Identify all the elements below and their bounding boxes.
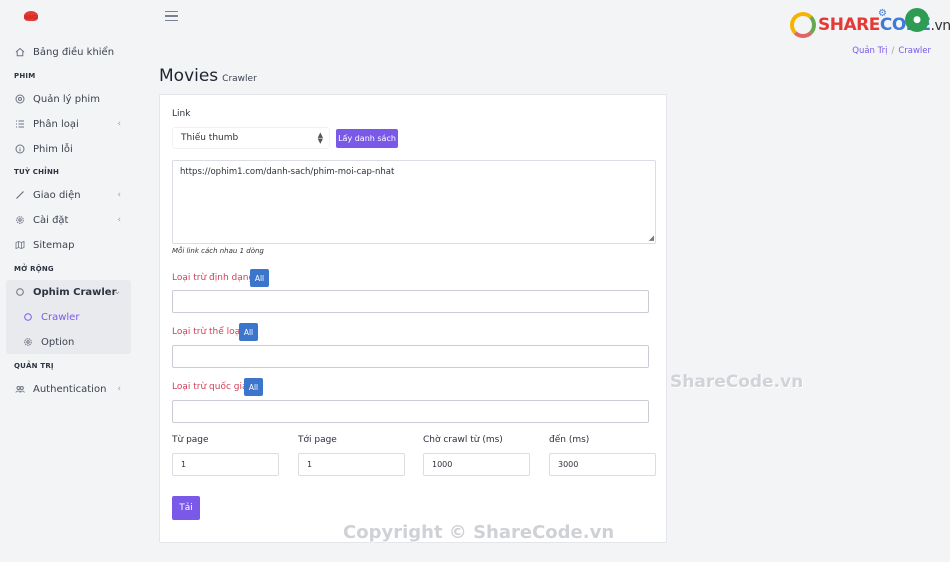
sidebar-item-authentication[interactable]: Authentication ‹ (0, 377, 131, 401)
breadcrumb: Quản Trị / Crawler (852, 46, 931, 56)
chevron-left-icon: ‹ (117, 119, 121, 129)
sidebar-item-option[interactable]: Option (0, 330, 131, 354)
load-button[interactable]: Tải (172, 496, 200, 520)
home-icon (14, 46, 26, 58)
logo-text: NAGI (24, 15, 39, 21)
sidebar-item-ophim-crawler[interactable]: Ophim Crawler ⌄ (0, 280, 131, 304)
from-page-input[interactable]: 1 (172, 453, 279, 476)
watermark-middle: ShareCode.vn (670, 372, 804, 392)
fetch-list-button[interactable]: Lấy danh sách (336, 129, 398, 148)
brush-icon (14, 189, 26, 201)
sidebar-item-dashboard[interactable]: Bảng điều khiển (0, 40, 131, 64)
crawler-form-card: Link Thiếu thumb ▲ ▼ Lấy danh sách https:… (159, 94, 667, 543)
breadcrumb-separator: / (891, 46, 895, 56)
exclude-genre-all-button[interactable]: All (239, 323, 258, 341)
chevron-left-icon: ‹ (117, 384, 121, 394)
brand-logo: SHARECODE.vn ⚙ ● (790, 8, 950, 42)
exclude-format-all-button[interactable]: All (250, 269, 269, 287)
section-title-extensions: MỞ RỘNG (14, 265, 54, 273)
sidebar-item-label: Authentication (33, 383, 107, 395)
users-icon (14, 383, 26, 395)
sidebar-item-broken-movies[interactable]: Phim lỗi (0, 137, 131, 161)
section-title-admin: QUẢN TRỊ (14, 362, 54, 370)
links-textarea[interactable]: https://ophim1.com/danh-sach/phim-moi-ca… (172, 160, 656, 244)
textarea-value: https://ophim1.com/danh-sach/phim-moi-ca… (180, 167, 395, 177)
sidebar-item-movies[interactable]: Quản lý phim (0, 87, 131, 111)
resize-handle-icon[interactable]: ◢ (649, 234, 654, 242)
list-icon (14, 118, 26, 130)
section-title-phim: PHIM (14, 72, 36, 80)
chevron-left-icon: ‹ (117, 190, 121, 200)
chevron-left-icon: ‹ (117, 215, 121, 225)
wait-from-label: Chờ crawl từ (ms) (423, 435, 503, 445)
circle-icon (14, 286, 26, 298)
circle-play-icon (14, 93, 26, 105)
brand-circle-icon (790, 12, 816, 38)
sidebar-item-label: Option (41, 336, 75, 348)
sidebar-item-label: Ophim Crawler (33, 286, 117, 298)
exclude-genre-label: Loại trừ thể loại (172, 327, 243, 337)
exclude-country-label: Loại trừ quốc gia (172, 382, 248, 392)
page-title: Movies Crawler (159, 66, 257, 86)
wait-to-label: đến (ms) (549, 435, 590, 445)
link-label: Link (172, 109, 191, 119)
map-icon (14, 239, 26, 251)
sidebar-item-categories[interactable]: Phân loại ‹ (0, 112, 131, 136)
sidebar-item-settings[interactable]: Cài đặt ‹ (0, 208, 131, 232)
sidebar-item-sitemap[interactable]: Sitemap (0, 233, 131, 257)
sidebar-item-appearance[interactable]: Giao diện ‹ (0, 183, 131, 207)
link-type-select[interactable]: Thiếu thumb ▲ ▼ (172, 127, 330, 149)
chevron-down-icon: ⌄ (113, 287, 121, 297)
sidebar-item-label: Crawler (41, 311, 80, 323)
to-page-input[interactable]: 1 (298, 453, 405, 476)
wait-from-input[interactable]: 1000 (423, 453, 530, 476)
select-arrows-icon: ▲ ▼ (317, 131, 323, 145)
sidebar-item-label: Cài đặt (33, 214, 69, 226)
sidebar: NAGI Bảng điều khiển PHIM Quản lý phim P… (0, 0, 131, 562)
info-icon (14, 143, 26, 155)
sidebar-item-label: Bảng điều khiển (33, 46, 115, 58)
avatar[interactable]: ● (905, 8, 929, 32)
exclude-genre-input[interactable] (172, 345, 649, 368)
sidebar-item-label: Giao diện (33, 189, 81, 201)
menu-toggle-icon[interactable] (165, 11, 178, 22)
exclude-format-input[interactable] (172, 290, 649, 313)
circle-icon (22, 311, 34, 323)
watermark-bottom: Copyright © ShareCode.vn (343, 522, 615, 543)
exclude-country-all-button[interactable]: All (244, 378, 263, 396)
exclude-format-label: Loại trừ định dạng (172, 273, 255, 283)
page-title-text: Movies (159, 66, 219, 86)
links-hint: Mỗi link cách nhau 1 dòng (172, 247, 264, 255)
wait-to-input[interactable]: 3000 (549, 453, 656, 476)
to-page-label: Tới page (298, 435, 337, 445)
brand-gear-icon: ⚙ (878, 8, 887, 19)
breadcrumb-root[interactable]: Quản Trị (852, 46, 887, 56)
app-logo[interactable]: NAGI (20, 10, 66, 24)
sidebar-item-crawler[interactable]: Crawler (0, 305, 131, 329)
from-page-label: Từ page (172, 435, 209, 445)
sidebar-item-label: Sitemap (33, 239, 75, 251)
breadcrumb-current[interactable]: Crawler (898, 46, 931, 56)
select-value: Thiếu thumb (181, 133, 239, 143)
sidebar-item-label: Phân loại (33, 118, 79, 130)
exclude-country-input[interactable] (172, 400, 649, 423)
page-subtitle: Crawler (222, 74, 257, 84)
sidebar-item-label: Phim lỗi (33, 143, 73, 155)
gear-icon (14, 214, 26, 226)
gear-icon (22, 336, 34, 348)
sidebar-item-label: Quản lý phim (33, 93, 100, 105)
section-title-customize: TUỲ CHỈNH (14, 168, 60, 176)
